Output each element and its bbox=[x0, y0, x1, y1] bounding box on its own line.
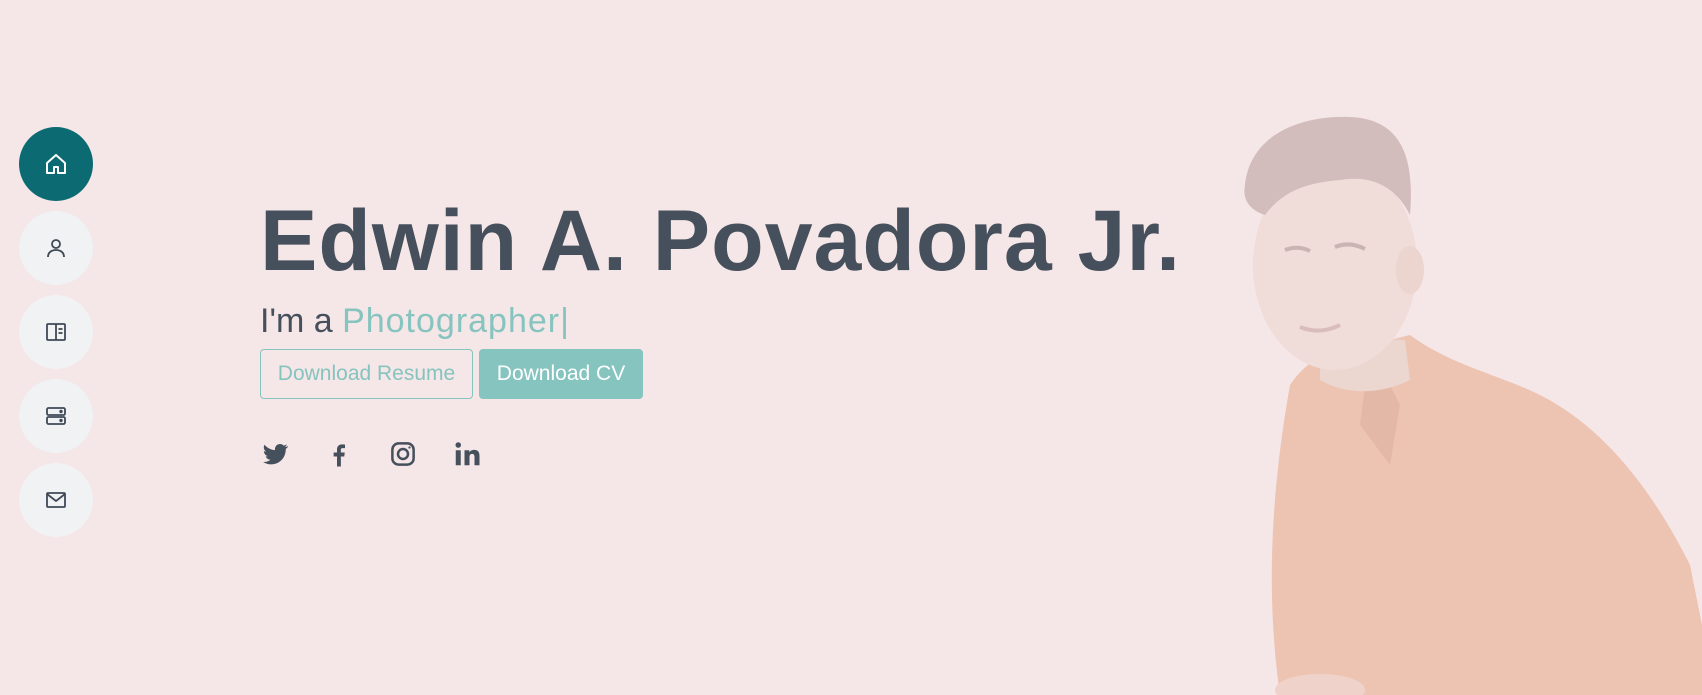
linkedin-link[interactable] bbox=[452, 439, 482, 469]
mail-icon bbox=[46, 492, 66, 508]
nav-contact-button[interactable] bbox=[19, 463, 93, 537]
nav-resume-button[interactable] bbox=[19, 295, 93, 369]
download-cv-button[interactable]: Download CV bbox=[479, 349, 643, 399]
nav-home-button[interactable] bbox=[19, 127, 93, 201]
nav-about-button[interactable] bbox=[19, 211, 93, 285]
linkedin-icon bbox=[455, 442, 480, 466]
nav-services-button[interactable] bbox=[19, 379, 93, 453]
book-icon bbox=[46, 323, 66, 341]
server-icon bbox=[46, 407, 66, 425]
role-typed-text: Photographer| bbox=[342, 302, 570, 340]
twitter-icon bbox=[263, 444, 289, 465]
hero-name: Edwin A. Povadora Jr. bbox=[260, 193, 1182, 289]
hero-portrait bbox=[1170, 105, 1702, 695]
instagram-icon bbox=[391, 442, 415, 466]
hero-buttons: Download Resume Download CV bbox=[260, 349, 1181, 399]
instagram-link[interactable] bbox=[388, 439, 418, 469]
home-icon bbox=[46, 154, 66, 174]
facebook-link[interactable] bbox=[324, 439, 354, 469]
person-icon bbox=[47, 239, 65, 258]
social-links bbox=[260, 439, 1181, 469]
hero-role: I'm a Photographer| bbox=[260, 301, 1181, 341]
hero-section: Edwin A. Povadora Jr. I'm a Photographer… bbox=[260, 195, 1181, 469]
twitter-link[interactable] bbox=[260, 439, 290, 469]
role-prefix: I'm a bbox=[260, 302, 343, 340]
sidebar-nav bbox=[19, 127, 93, 537]
download-resume-button[interactable]: Download Resume bbox=[260, 349, 473, 399]
facebook-icon bbox=[333, 444, 345, 467]
